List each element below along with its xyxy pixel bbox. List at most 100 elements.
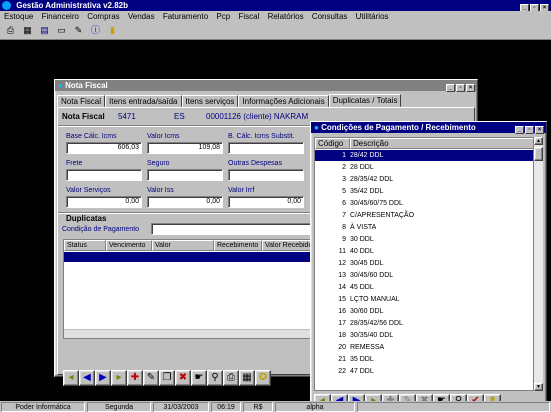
tab-informacoes-adicionais[interactable]: Informações Adicionais bbox=[238, 95, 329, 107]
list-row[interactable]: 14 45 DDL bbox=[315, 282, 533, 293]
outras-despesas-label: Outras Despesas bbox=[228, 160, 283, 167]
calculator-icon[interactable]: ▦ bbox=[239, 370, 255, 386]
scroll-down-icon[interactable]: ▼ bbox=[534, 383, 543, 391]
nf-minimize-button[interactable]: _ bbox=[446, 84, 455, 92]
col-descricao[interactable]: Descrição bbox=[350, 138, 533, 149]
exit-icon[interactable]: ▮ bbox=[106, 24, 119, 37]
tab-itens-servicos[interactable]: Itens serviços bbox=[181, 95, 239, 107]
list-row[interactable]: 5 35/42 DDL bbox=[315, 186, 533, 197]
frete-field[interactable] bbox=[66, 169, 142, 181]
duplicatas-grid[interactable]: Status Vencimento Valor Recebimento Valo… bbox=[63, 239, 318, 339]
list-row[interactable]: 20 REMESSA bbox=[315, 342, 533, 353]
col-recebimento[interactable]: Recebimento bbox=[214, 240, 262, 251]
menu-bar: Estoque Financeiro Compras Vendas Fatura… bbox=[0, 11, 551, 22]
next-record-icon[interactable]: ▶ bbox=[95, 370, 111, 386]
col-status[interactable]: Status bbox=[64, 240, 106, 251]
calendar-icon[interactable]: ▤ bbox=[38, 24, 51, 37]
pick-record-icon[interactable]: ☛ bbox=[191, 370, 207, 386]
hint-icon[interactable]: ✪ bbox=[255, 370, 271, 386]
menu-pcp[interactable]: Pcp bbox=[216, 12, 230, 21]
copy-record-icon[interactable]: ❐ bbox=[159, 370, 175, 386]
tab-nota-fiscal[interactable]: Nota Fiscal bbox=[57, 95, 106, 107]
grid-selected-row[interactable] bbox=[64, 252, 317, 262]
list-row[interactable]: 13 30/45/60 DDL bbox=[315, 270, 533, 281]
list-row[interactable]: 2 28 DDL bbox=[315, 162, 533, 173]
toolbar: ⎙ ▦ ▤ ▭ ✎ ⓘ ▮ bbox=[0, 22, 551, 40]
first-record-icon[interactable]: ◂ bbox=[63, 370, 79, 386]
valor-irrf-field[interactable]: 0,00 bbox=[228, 196, 304, 208]
scroll-up-icon[interactable]: ▲ bbox=[534, 137, 543, 145]
base-calc-subst-field[interactable] bbox=[228, 142, 304, 154]
card-icon[interactable]: ▭ bbox=[55, 24, 68, 37]
last-record-icon[interactable]: ▸ bbox=[111, 370, 127, 386]
app-title-bar: Gestão Administrativa v2.82b _ ▫ × bbox=[0, 0, 551, 12]
list-row[interactable]: 16 30/60 DDL bbox=[315, 306, 533, 317]
row-code: 6 bbox=[342, 200, 346, 207]
col-vencimento[interactable]: Vencimento bbox=[106, 240, 152, 251]
base-calc-subst-label: B. Cálc. Icms Substit. bbox=[228, 133, 295, 140]
seguro-field[interactable] bbox=[147, 169, 223, 181]
row-description: 28/42 DDL bbox=[350, 152, 384, 159]
list-row[interactable]: 21 35 DDL bbox=[315, 354, 533, 365]
list-row[interactable]: 1 28/42 DDL bbox=[315, 150, 533, 161]
list-vertical-scrollbar[interactable]: ▲ ▼ bbox=[534, 137, 543, 391]
nf-close-button[interactable]: × bbox=[466, 84, 475, 92]
condicao-pagamento-field[interactable] bbox=[151, 223, 311, 235]
list-row[interactable]: 11 40 DDL bbox=[315, 246, 533, 257]
seguro-label: Seguro bbox=[147, 160, 170, 167]
cp-minimize-button[interactable]: _ bbox=[515, 126, 524, 134]
valor-icms-field[interactable]: 109,08 bbox=[147, 142, 223, 154]
menu-faturamento[interactable]: Faturamento bbox=[163, 12, 208, 21]
tab-duplicatas-totais[interactable]: Duplicatas / Totais bbox=[328, 94, 402, 107]
valor-iss-field[interactable]: 0,00 bbox=[147, 196, 223, 208]
menu-consultas[interactable]: Consultas bbox=[312, 12, 348, 21]
menu-estoque[interactable]: Estoque bbox=[4, 12, 33, 21]
list-row[interactable]: 8 À VISTA bbox=[315, 222, 533, 233]
base-calc-icms-field[interactable]: 606,03 bbox=[66, 142, 142, 154]
list-row[interactable]: 3 28/35/42 DDL bbox=[315, 174, 533, 185]
menu-fiscal[interactable]: Fiscal bbox=[238, 12, 259, 21]
pen-icon[interactable]: ✎ bbox=[72, 24, 85, 37]
list-row[interactable]: 18 30/35/40 DDL bbox=[315, 330, 533, 341]
list-row[interactable]: 17 28/35/42/56 DDL bbox=[315, 318, 533, 329]
list-row[interactable]: 9 30 DDL bbox=[315, 234, 533, 245]
valor-servicos-field[interactable]: 0,00 bbox=[66, 196, 142, 208]
print-record-icon[interactable]: ⎙ bbox=[223, 370, 239, 386]
condicoes-list[interactable]: Código Descrição 1 28/42 DDL 2 28 DDL 3 28/35… bbox=[314, 137, 534, 391]
menu-financeiro[interactable]: Financeiro bbox=[42, 12, 79, 21]
row-description: 35 DDL bbox=[350, 356, 374, 363]
col-valor[interactable]: Valor bbox=[152, 240, 214, 251]
menu-utilitarios[interactable]: Utilitários bbox=[356, 12, 389, 21]
row-description: 28/35/42 DDL bbox=[350, 176, 394, 183]
list-row[interactable]: 6 30/45/60/75 DDL bbox=[315, 198, 533, 209]
row-description: 28 DDL bbox=[350, 164, 374, 171]
calculator-icon[interactable]: ▦ bbox=[21, 24, 34, 37]
menu-vendas[interactable]: Vendas bbox=[128, 12, 155, 21]
insert-record-icon[interactable]: ✚ bbox=[127, 370, 143, 386]
outras-despesas-field[interactable] bbox=[228, 169, 304, 181]
list-row[interactable]: 7 C/APRESENTAÇÃO bbox=[315, 210, 533, 221]
scroll-thumb[interactable] bbox=[534, 147, 543, 161]
nf-number: 5471 bbox=[118, 112, 136, 121]
info-icon[interactable]: ⓘ bbox=[89, 24, 102, 37]
menu-relatorios[interactable]: Relatórios bbox=[268, 12, 304, 21]
list-row[interactable]: 15 LÇTO MANUAL bbox=[315, 294, 533, 305]
list-row[interactable]: 22 47 DDL bbox=[315, 366, 533, 377]
condicoes-title-bar: ● Condições de Pagamento / Recebimento _… bbox=[311, 122, 546, 134]
list-row[interactable]: 12 30/45 DDL bbox=[315, 258, 533, 269]
menu-compras[interactable]: Compras bbox=[87, 12, 119, 21]
nf-maximize-button[interactable]: ▫ bbox=[456, 84, 465, 92]
prior-record-icon[interactable]: ◀ bbox=[79, 370, 95, 386]
row-description: LÇTO MANUAL bbox=[350, 296, 400, 303]
tab-itens-entrada-saida[interactable]: Itens entrada/saída bbox=[105, 95, 182, 107]
cp-maximize-button[interactable]: ▫ bbox=[525, 126, 534, 134]
cp-close-button[interactable]: × bbox=[535, 126, 544, 134]
printer-icon[interactable]: ⎙ bbox=[4, 24, 17, 37]
find-record-icon[interactable]: ⚲ bbox=[207, 370, 223, 386]
edit-record-icon[interactable]: ✎ bbox=[143, 370, 159, 386]
delete-record-icon[interactable]: ✖ bbox=[175, 370, 191, 386]
row-description: 45 DDL bbox=[350, 284, 374, 291]
grid-horizontal-scrollbar[interactable] bbox=[64, 329, 317, 338]
col-valor-recebido[interactable]: Valor Recebido bbox=[262, 240, 317, 251]
col-codigo[interactable]: Código bbox=[315, 138, 350, 149]
